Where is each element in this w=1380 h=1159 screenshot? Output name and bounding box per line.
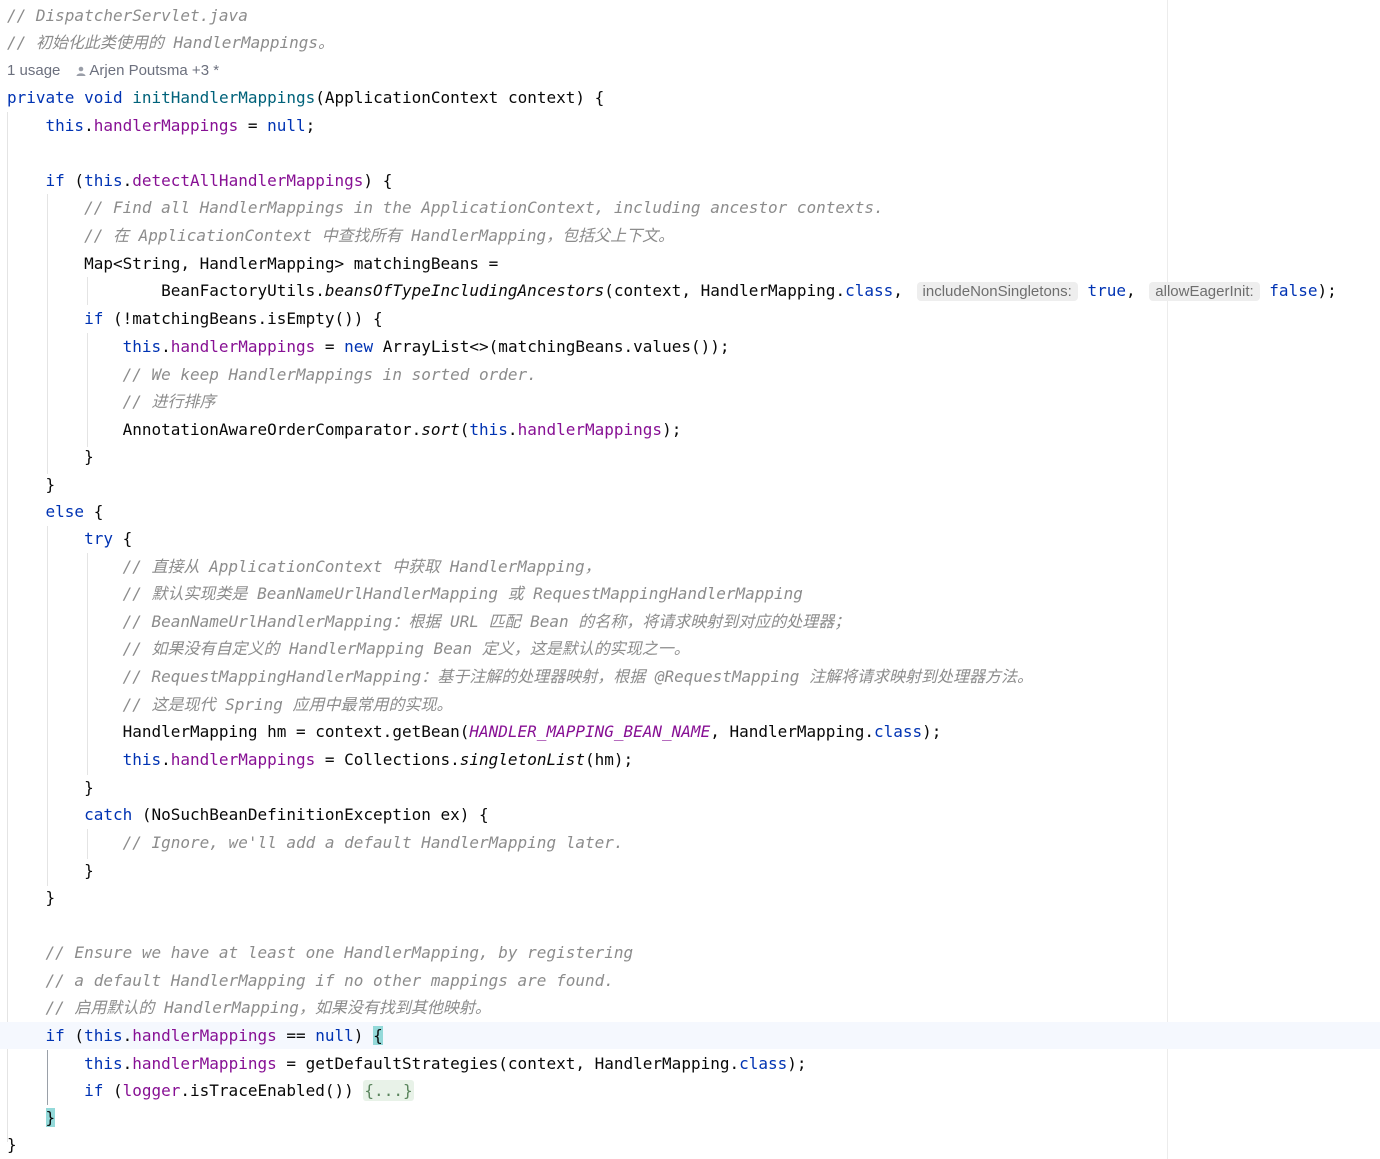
code-line[interactable]: this.handlerMappings = Collections.singl… — [7, 746, 634, 773]
code-line[interactable]: AnnotationAwareOrderComparator.sort(this… — [7, 416, 682, 443]
code-comment: // a default HandlerMapping if no other … — [45, 971, 614, 990]
code-line[interactable]: if (!matchingBeans.isEmpty()) { — [7, 305, 383, 332]
matched-brace: } — [45, 1108, 56, 1127]
code-comment: // 直接从 ApplicationContext 中获取 HandlerMap… — [122, 557, 601, 576]
code-comment: // 这是现代 Spring 应用中最常用的实现。 — [122, 695, 453, 714]
current-code-line[interactable]: if (this.handlerMappings == null) { — [0, 1022, 1380, 1049]
file-comment: // DispatcherServlet.java — [7, 6, 248, 25]
code-comment: // 在 ApplicationContext 中查找所有 HandlerMap… — [84, 226, 675, 245]
code-comment: // Ignore, we'll add a default HandlerMa… — [122, 833, 624, 852]
folded-code-block[interactable]: {...} — [363, 1080, 414, 1101]
code-comment: // 如果没有自定义的 HandlerMapping Bean 定义，这是默认的… — [122, 639, 690, 658]
code-line[interactable]: this.handlerMappings = new ArrayList<>(m… — [7, 333, 730, 360]
method-name[interactable]: initHandlerMappings — [132, 88, 315, 107]
parameter-hint: allowEagerInit: — [1149, 282, 1260, 301]
code-line[interactable]: private void initHandlerMappings(Applica… — [7, 84, 604, 111]
description-comment: // 初始化此类使用的 HandlerMappings。 — [7, 33, 335, 52]
code-comment: // 默认实现类是 BeanNameUrlHandlerMapping 或 Re… — [122, 584, 803, 603]
code-comment: // RequestMappingHandlerMapping：基于注解的处理器… — [122, 667, 1033, 686]
code-line[interactable]: BeanFactoryUtils.beansOfTypeIncludingAnc… — [7, 277, 1337, 304]
code-line[interactable]: } — [7, 857, 94, 884]
code-line[interactable]: Map<String, HandlerMapping> matchingBean… — [7, 250, 498, 277]
matched-brace: { — [373, 1026, 383, 1045]
user-icon — [76, 66, 86, 76]
code-line[interactable]: if (this.detectAllHandlerMappings) { — [7, 167, 393, 194]
code-editor[interactable]: // DispatcherServlet.java // 初始化此类使用的 Ha… — [0, 0, 1380, 1159]
code-comment: // BeanNameUrlHandlerMapping：根据 URL 匹配 B… — [122, 612, 851, 631]
code-comment: // Ensure we have at least one HandlerMa… — [45, 943, 634, 962]
code-line[interactable]: try { — [7, 525, 132, 552]
parameter-hint: includeNonSingletons: — [916, 282, 1078, 301]
code-line[interactable]: } — [7, 1131, 17, 1158]
code-comment: // Find all HandlerMappings in the Appli… — [84, 198, 884, 217]
code-line[interactable]: this.handlerMappings = null; — [7, 112, 316, 139]
code-line[interactable]: this.handlerMappings = getDefaultStrateg… — [7, 1050, 806, 1077]
code-line[interactable]: } — [7, 471, 56, 498]
code-comment: // 启用默认的 HandlerMapping，如果没有找到其他映射。 — [45, 998, 491, 1017]
code-line[interactable]: } — [7, 884, 56, 911]
right-margin-guide — [1167, 0, 1168, 1159]
code-line[interactable]: } — [7, 443, 94, 470]
code-line[interactable]: if (logger.isTraceEnabled()) {...} — [7, 1077, 414, 1104]
code-line[interactable]: } — [7, 774, 94, 801]
code-line[interactable]: } — [7, 1104, 56, 1131]
code-comment: // 进行排序 — [122, 392, 216, 411]
code-line[interactable]: catch (NoSuchBeanDefinitionException ex)… — [7, 801, 489, 828]
authors-link[interactable]: Arjen Poutsma +3 * — [89, 62, 219, 79]
code-vision-hints: 1 usage Arjen Poutsma +3 * — [7, 57, 219, 84]
usages-link[interactable]: 1 usage — [7, 62, 60, 79]
code-comment: // We keep HandlerMappings in sorted ord… — [122, 365, 537, 384]
code-line[interactable]: else { — [7, 498, 104, 525]
code-line[interactable]: HandlerMapping hm = context.getBean(HAND… — [7, 718, 942, 745]
